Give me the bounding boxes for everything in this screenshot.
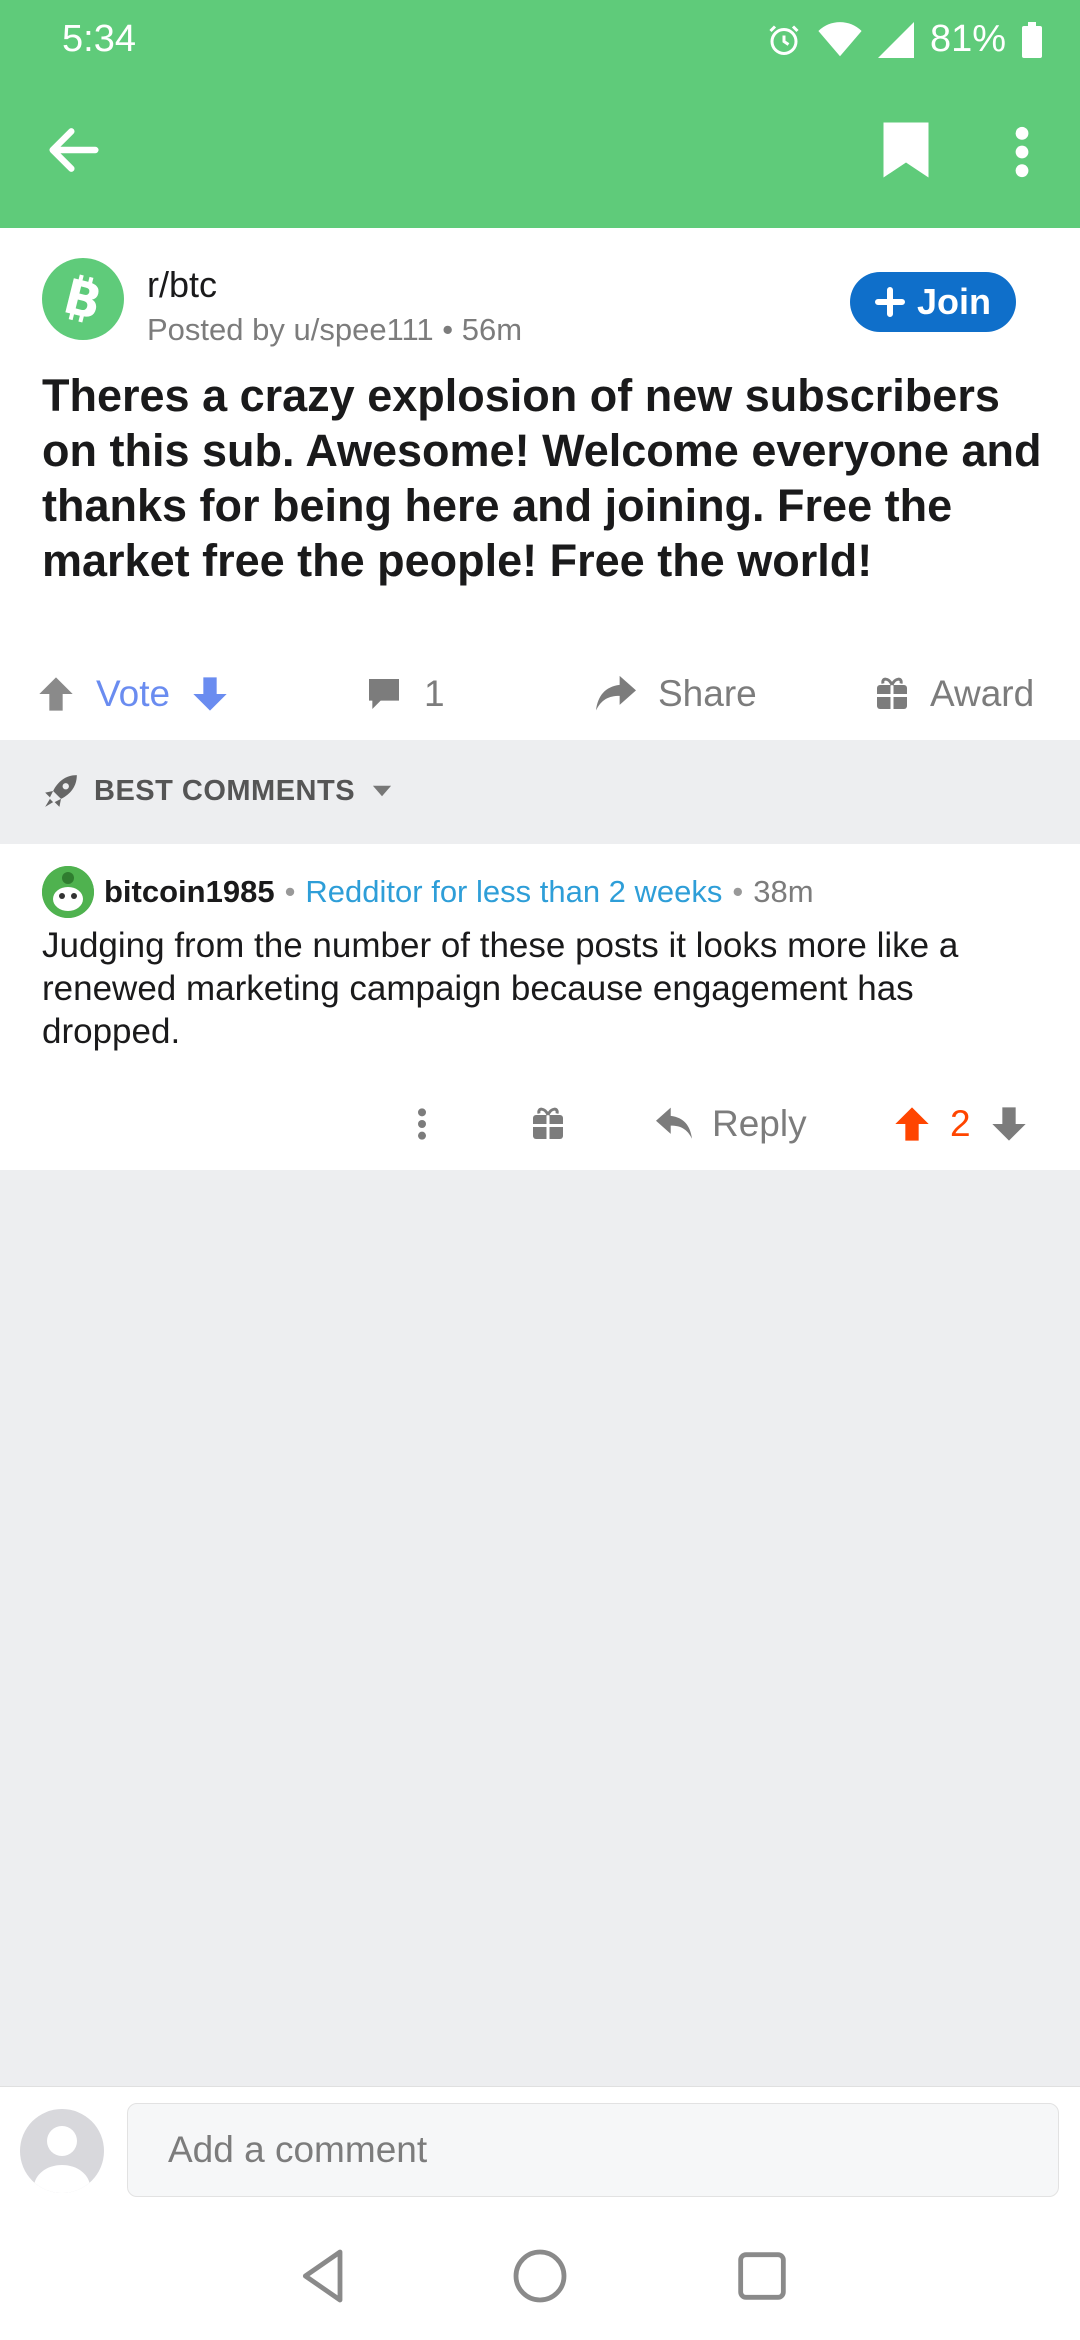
status-time: 5:34	[62, 18, 136, 60]
gift-icon	[530, 1106, 566, 1142]
app-toolbar	[0, 80, 1080, 228]
post-meta: Posted by u/spee111 • 56m	[147, 312, 523, 347]
plus-icon	[874, 287, 905, 317]
award-label: Award	[930, 673, 1035, 714]
avatar[interactable]	[42, 866, 94, 918]
arrow-left-icon	[42, 118, 106, 182]
join-label: Join	[916, 281, 991, 322]
comment-vote-control: 2	[892, 1084, 1029, 1164]
post-action-row: Vote 1 Share Award	[0, 648, 1080, 740]
nav-recents-button[interactable]	[730, 2244, 794, 2308]
wifi-icon	[818, 21, 862, 58]
user-flair: Redditor for less than 2 weeks	[305, 874, 723, 909]
separator-dot: •	[284, 874, 296, 909]
vote-control: Vote	[36, 648, 230, 740]
comments-button[interactable]: 1	[364, 648, 445, 740]
more-vertical-icon	[1000, 120, 1044, 184]
battery-icon	[1022, 21, 1042, 58]
comment-bubble-icon	[364, 674, 404, 714]
battery-percent: 81%	[929, 18, 1006, 60]
comment-award-button[interactable]	[530, 1084, 566, 1164]
alarm-icon	[766, 22, 802, 58]
reply-label: Reply	[712, 1103, 807, 1144]
signal-icon	[877, 21, 914, 58]
upvote-button[interactable]	[36, 674, 76, 714]
status-icons: 81%	[766, 18, 1042, 61]
comment-header: bitcoin1985 • Redditor for less than 2 w…	[42, 866, 814, 918]
save-post-button[interactable]	[880, 120, 940, 184]
bookmark-icon	[880, 120, 940, 180]
gift-icon	[874, 676, 910, 712]
triangle-back-icon	[292, 2244, 356, 2308]
vote-label: Vote	[96, 673, 171, 714]
award-button[interactable]: Award	[874, 648, 1034, 740]
comment-time: 38m	[753, 874, 814, 909]
reply-button[interactable]: Reply	[654, 1084, 807, 1164]
share-arrow-icon	[594, 674, 638, 714]
user-silhouette-icon	[20, 2109, 104, 2193]
rocket-icon	[42, 772, 80, 810]
comment-username[interactable]: bitcoin1985	[104, 874, 275, 910]
back-button[interactable]	[42, 118, 106, 182]
comment-composer: Add a comment	[0, 2086, 1080, 2212]
comment-count: 1	[424, 673, 445, 714]
comment-sort-bar: BEST COMMENTS	[0, 740, 1080, 844]
caret-down-icon	[369, 778, 395, 804]
more-vertical-icon	[410, 1104, 434, 1144]
nav-back-button[interactable]	[292, 2244, 356, 2308]
system-nav-bar	[0, 2212, 1080, 2340]
comment: bitcoin1985 • Redditor for less than 2 w…	[0, 844, 1080, 1170]
sort-label: BEST COMMENTS	[94, 774, 356, 807]
downvote-button[interactable]	[989, 1104, 1029, 1144]
join-button[interactable]: Join	[850, 272, 1016, 332]
comment-body: Judging from the number of these posts i…	[42, 926, 959, 1051]
separator-dot: •	[732, 874, 744, 909]
subreddit-name[interactable]: r/btc	[147, 264, 217, 306]
bitcoin-icon: B	[42, 258, 124, 340]
downvote-button[interactable]	[190, 674, 230, 714]
sort-selector[interactable]: BEST COMMENTS	[42, 772, 395, 810]
circle-home-icon	[508, 2244, 572, 2308]
avatar[interactable]	[20, 2109, 104, 2193]
share-button[interactable]: Share	[594, 648, 757, 740]
comment-score: 2	[950, 1103, 971, 1144]
comment-more-button[interactable]	[410, 1084, 434, 1164]
comment-action-row: Reply 2	[0, 1084, 1080, 1164]
share-label: Share	[658, 673, 757, 714]
post-title: Theres a crazy explosion of new subscrib…	[42, 370, 1042, 586]
square-recents-icon	[730, 2244, 794, 2308]
upvote-button[interactable]	[892, 1104, 932, 1144]
post-card: B r/btc Posted by u/spee111 • 56m Join T…	[0, 228, 1080, 740]
reply-arrow-icon	[654, 1106, 694, 1142]
nav-home-button[interactable]	[508, 2244, 572, 2308]
more-options-button[interactable]	[1000, 120, 1044, 184]
add-comment-input[interactable]: Add a comment	[127, 2103, 1059, 2197]
subreddit-avatar[interactable]: B	[42, 258, 124, 340]
status-bar: 5:34 81%	[0, 0, 1080, 80]
